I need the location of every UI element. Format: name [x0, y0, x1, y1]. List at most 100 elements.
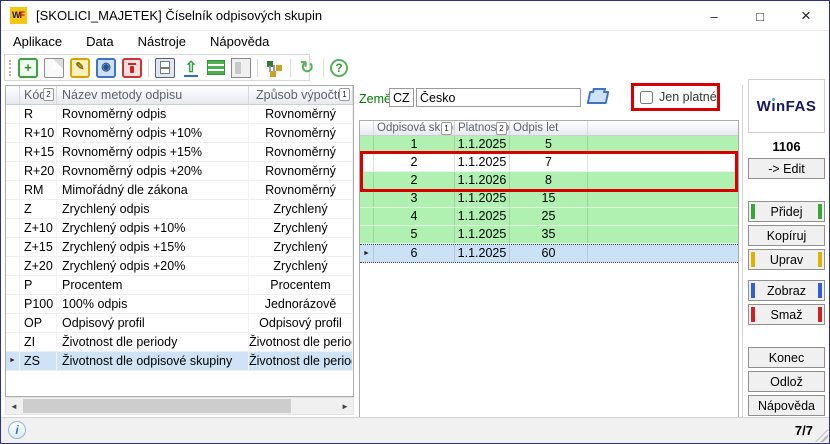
- help-icon[interactable]: ?: [330, 59, 348, 77]
- row-marker: [6, 200, 20, 218]
- konec-button[interactable]: Konec: [748, 347, 825, 368]
- table-row[interactable]: 11.1.20255: [360, 136, 738, 154]
- maximize-button[interactable]: □: [737, 1, 783, 31]
- columns-icon[interactable]: [231, 58, 251, 78]
- column-header-kod[interactable]: Kód2: [20, 86, 57, 104]
- jen-platne-checkbox[interactable]: [640, 91, 653, 104]
- cell-filler: [588, 172, 738, 189]
- column-header-nazev[interactable]: Název metody odpisu: [57, 86, 249, 104]
- table-row[interactable]: 31.1.202515: [360, 190, 738, 208]
- table-row[interactable]: 21.1.20268: [360, 172, 738, 190]
- cell-platnost: 1.1.2025: [455, 245, 510, 262]
- tree-icon[interactable]: [264, 58, 284, 78]
- cell-zpusob: Odpisový profil: [249, 314, 353, 332]
- column-label: Název metody odpisu: [62, 88, 182, 102]
- cell-skupina: 6: [374, 245, 455, 262]
- pridej-button[interactable]: Přidej: [748, 201, 825, 222]
- cell-skupina: 3: [374, 190, 455, 207]
- cell-zpusob: Životnost dle period: [249, 333, 353, 351]
- delete-icon[interactable]: [122, 58, 142, 78]
- cell-zpusob: Životnost dle period: [249, 352, 353, 370]
- table-row-selected[interactable]: ►ZSŽivotnost dle odpisové skupinyŽivotno…: [6, 352, 353, 371]
- edit-button[interactable]: -> Edit: [748, 158, 825, 179]
- menu-data[interactable]: Data: [74, 32, 125, 53]
- cell-zpusob: Procentem: [249, 276, 353, 294]
- cell-nazev: Rovnoměrný odpis +15%: [57, 143, 249, 161]
- table-row[interactable]: OPOdpisový profilOdpisový profil: [6, 314, 353, 333]
- cell-kod: R+10: [20, 124, 57, 142]
- refresh-icon[interactable]: ↻: [297, 58, 317, 78]
- table-row[interactable]: Z+20Zrychlený odpis +20%Zrychlený: [6, 257, 353, 276]
- napoveda-button[interactable]: Nápověda: [748, 395, 825, 416]
- table-row[interactable]: 51.1.202535: [360, 226, 738, 244]
- scrollbar-thumb[interactable]: [23, 399, 291, 413]
- cell-nazev: 100% odpis: [57, 295, 249, 313]
- table-row[interactable]: ZZrychlený odpisZrychlený: [6, 200, 353, 219]
- methods-table: Kód2 Název metody odpisu Způsob výpočtu1…: [5, 85, 354, 397]
- menu-napoveda[interactable]: Nápověda: [198, 32, 281, 53]
- methods-table-header: Kód2 Název metody odpisu Způsob výpočtu1: [6, 86, 353, 105]
- column-header-odpis-let[interactable]: Odpis let: [510, 121, 588, 135]
- cell-zpusob: Rovnoměrný: [249, 105, 353, 123]
- cell-kod: RM: [20, 181, 57, 199]
- cell-skupina: 4: [374, 208, 455, 225]
- cell-filler: [588, 190, 738, 207]
- cell-zpusob: Rovnoměrný: [249, 181, 353, 199]
- copy-icon[interactable]: [44, 58, 64, 78]
- table-row-selected[interactable]: ►61.1.202560: [360, 244, 738, 263]
- odloz-button[interactable]: Odlož: [748, 371, 825, 392]
- scroll-right-icon[interactable]: ►: [337, 398, 353, 414]
- table-row[interactable]: R+10Rovnoměrný odpis +10%Rovnoměrný: [6, 124, 353, 143]
- sort-badge-icon: 1: [441, 122, 452, 135]
- table-row[interactable]: PProcentemProcentem: [6, 276, 353, 295]
- kopiruj-button[interactable]: Kopíruj: [748, 225, 825, 246]
- column-header-skupina[interactable]: Odpisová skupina1: [374, 121, 455, 135]
- cell-platnost: 1.1.2025: [455, 190, 510, 207]
- table-row[interactable]: ZIŽivotnost dle periodyŽivotnost dle per…: [6, 333, 353, 352]
- toolbar-grip[interactable]: [9, 60, 11, 76]
- table-row[interactable]: R+15Rovnoměrný odpis +15%Rovnoměrný: [6, 143, 353, 162]
- logo-dot: [772, 98, 775, 101]
- table-row[interactable]: 41.1.202525: [360, 208, 738, 226]
- row-marker: [6, 257, 20, 275]
- table-row[interactable]: R+20Rovnoměrný odpis +20%Rovnoměrný: [6, 162, 353, 181]
- row-marker: [6, 333, 20, 351]
- status-bar: i 7/7: [1, 417, 829, 443]
- table-row[interactable]: Z+10Zrychlený odpis +10%Zrychlený: [6, 219, 353, 238]
- add-icon[interactable]: +: [18, 58, 38, 78]
- table-row[interactable]: P100100% odpisJednorázově: [6, 295, 353, 314]
- uprav-button[interactable]: Uprav: [748, 249, 825, 270]
- export-icon[interactable]: ⇧: [181, 58, 201, 78]
- menu-nastroje[interactable]: Nástroje: [126, 32, 198, 53]
- cell-zpusob: Jednorázově: [249, 295, 353, 313]
- column-header-platnost[interactable]: Platnost od2: [455, 121, 510, 135]
- country-code-field[interactable]: [389, 88, 414, 107]
- minimize-button[interactable]: –: [691, 1, 737, 31]
- scroll-left-icon[interactable]: ◄: [6, 398, 22, 414]
- folder-lookup-icon[interactable]: [587, 91, 610, 104]
- zobraz-button[interactable]: Zobraz: [748, 280, 825, 301]
- country-name-field[interactable]: [416, 88, 581, 107]
- cell-nazev: Zrychlený odpis +15%: [57, 238, 249, 256]
- menu-aplikace[interactable]: Aplikace: [1, 32, 74, 53]
- table-row[interactable]: 21.1.20257: [360, 154, 738, 172]
- table-row[interactable]: RRovnoměrný odpisRovnoměrný: [6, 105, 353, 124]
- jen-platne-label: Jen platné: [659, 90, 717, 104]
- smaz-button[interactable]: Smaž: [748, 304, 825, 325]
- list-icon[interactable]: [207, 60, 225, 75]
- cell-kod: R+15: [20, 143, 57, 161]
- close-button[interactable]: ×: [783, 1, 829, 31]
- cell-skupina: 2: [374, 172, 455, 189]
- edit-icon[interactable]: ✎: [70, 58, 90, 78]
- view-icon[interactable]: ◉: [96, 58, 116, 78]
- table-row[interactable]: RMMimořádný dle zákonaRovnoměrný: [6, 181, 353, 200]
- cell-nazev: Zrychlený odpis: [57, 200, 249, 218]
- table-row[interactable]: Z+15Zrychlený odpis +15%Zrychlený: [6, 238, 353, 257]
- print-icon[interactable]: [155, 58, 175, 78]
- horizontal-scrollbar[interactable]: ◄ ►: [5, 397, 354, 415]
- column-header-zpusob[interactable]: Způsob výpočtu1: [249, 86, 353, 104]
- window-title: [SKOLICI_MAJETEK] Číselník odpisových sk…: [36, 8, 322, 23]
- row-marker: [360, 154, 374, 171]
- resize-grip[interactable]: [815, 429, 828, 442]
- header-filler: [588, 121, 738, 135]
